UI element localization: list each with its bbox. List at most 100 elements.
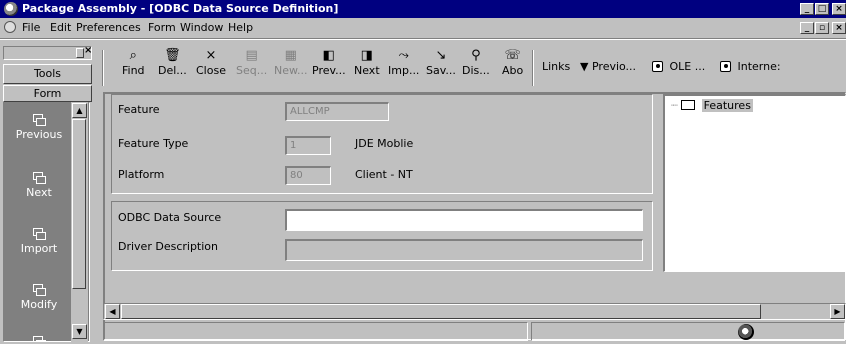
tree-connector: ┈ [671, 99, 678, 112]
close-window-button[interactable]: × [832, 3, 846, 15]
menu-form[interactable]: Form [148, 21, 176, 34]
close-icon: × [205, 48, 217, 63]
dropdown-arrow-icon: ▼ [580, 60, 589, 73]
modify-label: Modify [20, 298, 58, 311]
status-bar [103, 322, 846, 343]
links-label: Links [542, 60, 571, 73]
odbc-data-source-label: ODBC Data Source [118, 211, 222, 224]
scroll-right-button[interactable]: ▶ [830, 304, 845, 319]
about-button[interactable]: ☏ Abo [502, 48, 523, 77]
features-tree[interactable]: ┈ Features [663, 94, 846, 272]
find-icon: ⌕ [129, 48, 137, 63]
platform-field[interactable]: 80 [285, 166, 331, 185]
close-button[interactable]: × Close [196, 48, 226, 77]
display-button[interactable]: ⚲ Dis... [462, 48, 490, 77]
maximize-button[interactable]: □ [815, 3, 829, 15]
import-button[interactable]: ⤳ Imp... [388, 48, 419, 77]
feature-type-label: Feature Type [118, 137, 189, 150]
seq-icon: ▤ [245, 48, 258, 63]
menu-help[interactable]: Help [228, 21, 253, 34]
feature-type-description: JDE Moblie [355, 137, 414, 150]
next-action[interactable]: Next [4, 171, 74, 199]
app-icon[interactable] [4, 2, 18, 16]
menu-preferences[interactable]: Preferences [76, 21, 141, 34]
feature-type-field[interactable]: 1 [285, 136, 331, 155]
menu-edit[interactable]: Edit [50, 21, 71, 34]
internet-link[interactable]: Interne: [720, 60, 781, 73]
horizontal-scrollbar[interactable]: ◀ ▶ [103, 303, 846, 320]
save-icon: ↘ [435, 48, 447, 63]
display-icon: ⚲ [471, 48, 481, 63]
next-icon [32, 171, 46, 184]
hscroll-thumb[interactable] [121, 304, 761, 319]
seq-button[interactable]: ▤ Seq... [236, 48, 267, 77]
next-label: Next [354, 64, 380, 77]
links-menu[interactable]: Links [542, 60, 570, 73]
new-icon: ▦ [284, 48, 297, 63]
save-button[interactable]: ↘ Sav... [426, 48, 456, 77]
status-panel-secondary [531, 322, 845, 341]
platform-description: Client - NT [355, 168, 413, 181]
import-label: Import [20, 242, 58, 255]
scroll-up-button[interactable]: ▲ [72, 103, 87, 118]
child-minimize-button[interactable]: _ [800, 22, 814, 34]
child-restore-button[interactable]: ▫ [815, 22, 829, 34]
menu-bar: File Edit Preferences Form Window Help _… [0, 18, 846, 37]
find-button[interactable]: ⌕ Find [122, 48, 145, 77]
left-vertical-scrollbar[interactable]: ▲ ▼ [71, 102, 88, 342]
save-label: Sav... [426, 64, 456, 77]
child-close-button[interactable]: × [832, 22, 846, 34]
prev-icon: ◧ [322, 48, 335, 63]
more-action[interactable] [4, 335, 74, 341]
scroll-thumb[interactable] [72, 119, 86, 289]
toolbar: ⌕ Find 🗑 Del... × Close ▤ Seq... ▦ New..… [100, 46, 846, 92]
toolbar-separator [532, 50, 534, 86]
delete-button[interactable]: 🗑 Del... [158, 48, 187, 77]
prev-button[interactable]: ◧ Prev... [312, 48, 346, 77]
import-icon: ⤳ [398, 48, 409, 63]
new-label: New... [274, 64, 308, 77]
new-button[interactable]: ▦ New... [274, 48, 307, 77]
previous-link-label: Previo... [591, 60, 637, 73]
toolbar-separator [102, 50, 104, 86]
modify-action[interactable]: Modify [4, 283, 74, 311]
menu-window[interactable]: Window [180, 21, 223, 34]
previous-link[interactable]: ▼ Previo... [580, 60, 636, 73]
about-label: Abo [502, 64, 524, 77]
feature-field[interactable]: ALLCMP [285, 102, 389, 121]
next-icon: ◨ [360, 48, 373, 63]
title-bar: Package Assembly - [ODBC Data Source Def… [0, 0, 846, 18]
odbc-data-source-input[interactable] [285, 209, 643, 231]
trash-icon: 🗑 [164, 48, 181, 63]
ole-link-label: OLE ... [669, 60, 706, 73]
odbc-group: ODBC Data Source Driver Description [111, 201, 653, 271]
modify-icon [32, 283, 46, 296]
scroll-down-button[interactable]: ▼ [72, 324, 87, 339]
ole-link[interactable]: OLE ... [652, 60, 705, 73]
tab-tools[interactable]: Tools [3, 64, 92, 84]
tab-form[interactable]: Form [3, 85, 92, 102]
menu-file[interactable]: File [22, 21, 40, 34]
tree-node-label: Features [701, 99, 753, 112]
previous-action[interactable]: Previous [4, 113, 74, 141]
panel-close-icon[interactable]: × [84, 45, 92, 56]
close-label: Close [196, 64, 226, 77]
driver-description-field[interactable] [285, 239, 643, 261]
about-icon: ☏ [504, 48, 521, 63]
import-action[interactable]: Import [4, 227, 74, 255]
document-icon[interactable] [4, 21, 16, 33]
minimize-button[interactable]: _ [800, 3, 814, 15]
window-title: Package Assembly - [ODBC Data Source Def… [22, 2, 339, 15]
tree-node-features[interactable]: ┈ Features [671, 99, 753, 112]
globe-icon [738, 324, 754, 340]
feature-group: Feature ALLCMP Feature Type 1 JDE Moblie… [111, 94, 653, 194]
menu-separator [0, 38, 846, 40]
internet-icon [720, 61, 731, 72]
platform-label: Platform [118, 168, 165, 181]
next-button[interactable]: ◨ Next [354, 48, 380, 77]
next-label: Next [26, 186, 52, 199]
delete-label: Del... [158, 64, 187, 77]
panel-dock-button[interactable] [76, 48, 84, 58]
internet-link-label: Interne: [737, 60, 781, 73]
scroll-left-button[interactable]: ◀ [105, 304, 120, 319]
